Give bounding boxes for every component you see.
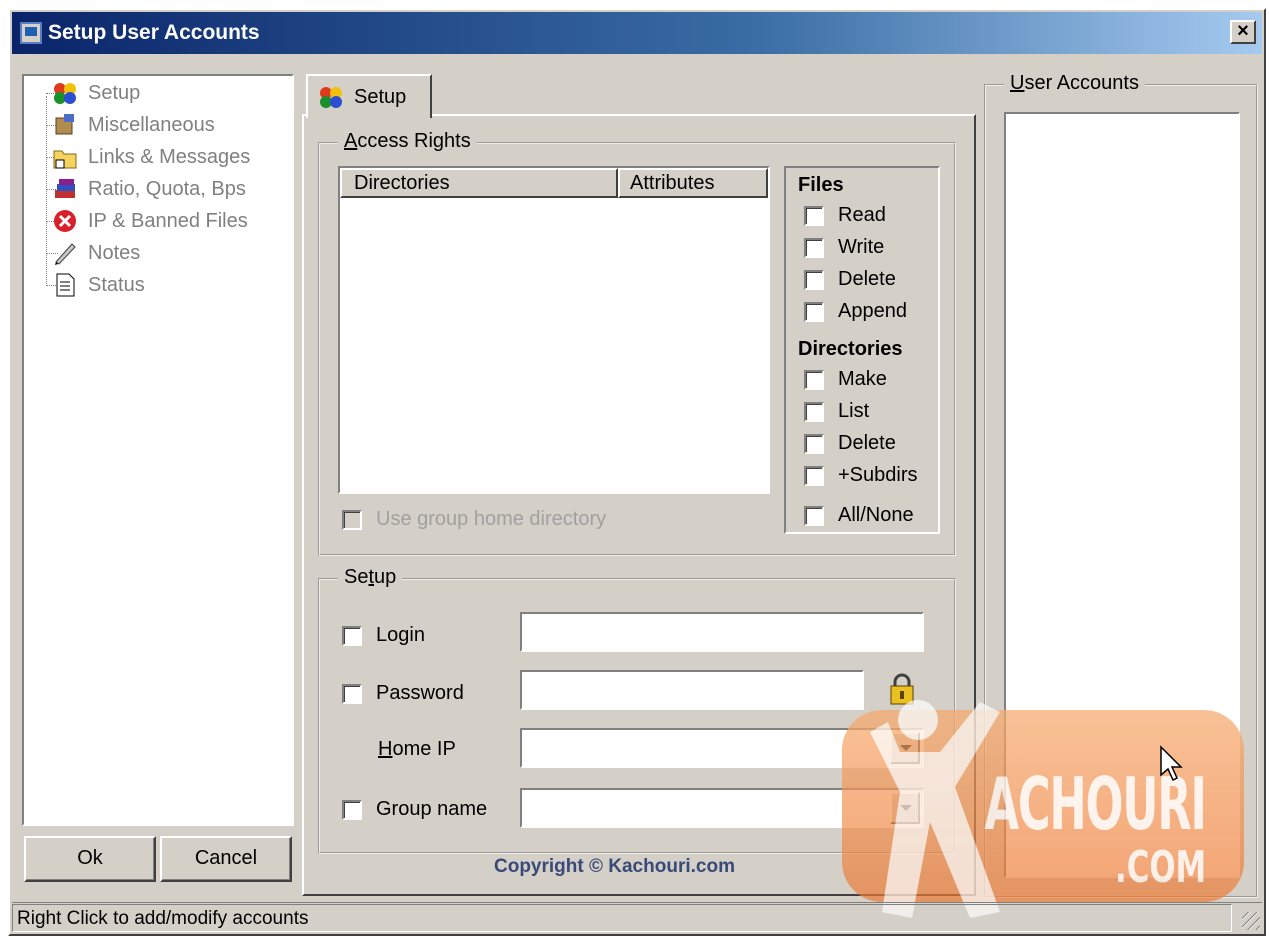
password-checkbox[interactable]: Password <box>342 682 464 705</box>
checkbox-box <box>342 625 362 646</box>
close-icon: × <box>1237 20 1249 42</box>
pen-icon <box>55 243 76 265</box>
checkbox-label: Use group home directory <box>376 508 607 530</box>
ok-button[interactable]: Ok <box>24 836 156 882</box>
tab-setup[interactable]: Setup <box>306 74 432 118</box>
colored-shapes-icon <box>54 83 76 104</box>
colored-shapes-icon <box>320 87 342 108</box>
all-none-checkbox[interactable]: All/None <box>804 504 914 527</box>
tree-item-label: Miscellaneous <box>88 113 215 136</box>
folder-link-icon <box>53 150 77 169</box>
checkbox-box <box>342 799 362 820</box>
books-icon <box>55 179 75 198</box>
navigation-tree[interactable]: Setup Miscellaneous Links & Messages Rat… <box>22 74 294 826</box>
dirs-subdirs-checkbox[interactable]: +Subdirs <box>804 464 918 487</box>
dirs-delete-checkbox[interactable]: Delete <box>804 432 896 455</box>
files-append-checkbox[interactable]: Append <box>804 300 907 323</box>
dirs-make-checkbox[interactable]: Make <box>804 368 887 391</box>
checkbox-box <box>804 269 824 290</box>
checkbox-box <box>804 401 824 422</box>
checkbox-label: +Subdirs <box>838 464 918 486</box>
group-name-checkbox[interactable]: Group name <box>342 798 487 821</box>
app-computer-icon <box>20 22 42 44</box>
column-header-attributes[interactable]: Attributes <box>618 168 768 198</box>
checkbox-box <box>804 505 824 526</box>
files-delete-checkbox[interactable]: Delete <box>804 268 896 291</box>
tree-item-label: Links & Messages <box>88 145 251 168</box>
tree-item-label: Status <box>88 273 145 296</box>
tab-label: Setup <box>354 85 407 108</box>
resize-grip-icon[interactable] <box>1242 912 1260 930</box>
tree-item-label: Ratio, Quota, Bps <box>88 177 246 200</box>
user-accounts-legend: User Accounts <box>1004 72 1145 95</box>
tree-item-notes[interactable]: Notes <box>46 238 141 268</box>
checkbox-box <box>804 465 824 486</box>
tree-item-setup[interactable]: Setup <box>46 78 141 108</box>
setup-user-accounts-window: Setup User Accounts × Setup Miscellaneou… <box>8 8 1266 936</box>
tools-icon <box>55 114 74 135</box>
cancel-button[interactable]: Cancel <box>160 836 292 882</box>
tree-item-label: Notes <box>88 241 141 264</box>
checkbox-box <box>804 433 824 454</box>
access-rights-legend: Access Rights <box>338 130 477 153</box>
files-read-checkbox[interactable]: Read <box>804 204 886 227</box>
tree-item-miscellaneous[interactable]: Miscellaneous <box>46 110 215 140</box>
tree-item-label: Setup <box>88 81 141 104</box>
red-x-icon <box>54 210 76 232</box>
tree-item-status[interactable]: Status <box>46 270 145 300</box>
tree-item-ratio-quota-bps[interactable]: Ratio, Quota, Bps <box>46 174 246 204</box>
dirs-list-checkbox[interactable]: List <box>804 400 869 423</box>
column-header-directories[interactable]: Directories <box>340 168 618 198</box>
login-checkbox[interactable]: Login <box>342 624 425 647</box>
status-bar: Right Click to add/modify accounts <box>12 902 1262 932</box>
home-ip-label: Home IP <box>378 738 456 760</box>
window-title: Setup User Accounts <box>48 21 260 44</box>
checkbox-label: Password <box>376 682 464 704</box>
directories-list[interactable]: Directories Attributes <box>338 166 770 494</box>
files-write-checkbox[interactable]: Write <box>804 236 884 259</box>
checkbox-label: Login <box>376 624 425 646</box>
title-bar[interactable]: Setup User Accounts × <box>12 12 1262 54</box>
tree-item-links-messages[interactable]: Links & Messages <box>46 142 251 172</box>
checkbox-label: Delete <box>838 432 896 454</box>
list-header: Directories Attributes <box>340 168 768 198</box>
close-button[interactable]: × <box>1230 20 1256 44</box>
login-input[interactable] <box>520 612 924 652</box>
status-text: Right Click to add/modify accounts <box>12 903 1232 932</box>
setup-legend: Setup <box>338 566 403 589</box>
checkbox-box <box>804 301 824 322</box>
permissions-panel: Files Read Write Delete Append Directori… <box>784 166 940 534</box>
checkbox-box <box>804 369 824 390</box>
copyright-text: Copyright © Kachouri.com <box>494 856 735 877</box>
tree-item-ip-banned-files[interactable]: IP & Banned Files <box>46 206 248 236</box>
checkbox-box <box>342 509 362 530</box>
kachouri-watermark: ACHOURI .COM <box>842 700 1244 918</box>
checkbox-label: Make <box>838 368 887 390</box>
watermark-com: .COM <box>1114 842 1206 893</box>
checkbox-box <box>342 683 362 704</box>
checkbox-label: All/None <box>838 504 914 526</box>
use-group-home-checkbox[interactable]: Use group home directory <box>342 508 606 531</box>
checkbox-box <box>804 205 824 226</box>
checkbox-label: Group name <box>376 798 488 820</box>
document-icon <box>56 273 75 297</box>
directories-heading: Directories <box>798 338 903 360</box>
files-heading: Files <box>798 174 844 196</box>
tree-item-label: IP & Banned Files <box>88 209 248 232</box>
checkbox-label: Read <box>838 204 886 226</box>
mouse-cursor-icon <box>1160 745 1183 782</box>
access-rights-group: Access Rights Directories Attributes Use… <box>318 130 956 556</box>
checkbox-label: Write <box>838 236 885 258</box>
password-input[interactable] <box>520 670 864 710</box>
checkbox-label: Append <box>838 300 907 322</box>
checkbox-label: List <box>838 400 870 422</box>
checkbox-box <box>804 237 824 258</box>
checkbox-label: Delete <box>838 268 896 290</box>
